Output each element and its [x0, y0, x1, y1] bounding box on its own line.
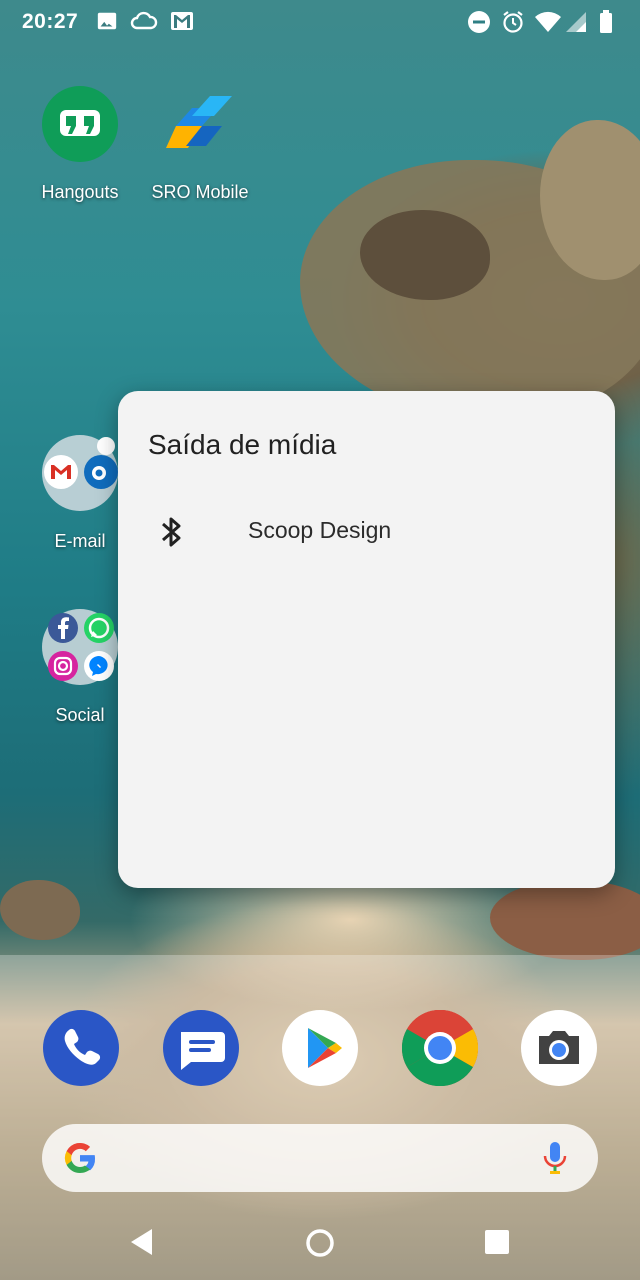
mic-icon[interactable]: [542, 1140, 568, 1181]
hangouts-icon: [42, 86, 118, 162]
dock-play-store[interactable]: [282, 1010, 358, 1086]
outlook-icon: [84, 455, 118, 489]
app-label: SRO Mobile: [151, 182, 249, 202]
do-not-disturb-icon: [467, 10, 491, 39]
notification-dot: [97, 437, 115, 455]
bluetooth-icon: [158, 514, 186, 555]
navigation-bar: [0, 1205, 640, 1280]
folder-icon: [42, 609, 118, 685]
battery-icon: [598, 10, 614, 39]
dialog-title: Saída de mídia: [148, 429, 337, 460]
dock-phone[interactable]: [43, 1010, 119, 1086]
alarm-icon: [501, 10, 525, 39]
back-icon[interactable]: [128, 1227, 156, 1262]
folder-icon: [42, 435, 118, 511]
cloud-icon: [130, 10, 158, 37]
google-g-icon: [60, 1138, 100, 1183]
wallpaper-rock: [490, 880, 640, 960]
phone-icon: [64, 1028, 101, 1065]
home-icon[interactable]: [304, 1227, 336, 1264]
device-name: Scoop Design: [248, 517, 392, 543]
device-row-scoop-design[interactable]: Scoop Design: [118, 501, 615, 565]
dock-chrome[interactable]: [401, 1009, 479, 1087]
gmail-icon: [170, 10, 194, 37]
dock-camera[interactable]: [521, 1010, 597, 1086]
wallpaper-rock: [0, 880, 80, 940]
media-output-dialog: Saída de mídia Scoop Design: [118, 391, 615, 888]
dock-messages[interactable]: [163, 1010, 239, 1086]
chrome-icon: [401, 1009, 479, 1087]
recents-icon[interactable]: [484, 1229, 510, 1260]
gmail-icon: [44, 455, 78, 489]
app-label: Hangouts: [41, 182, 119, 202]
instagram-icon: [48, 651, 78, 681]
cell-signal-icon: [565, 10, 587, 39]
app-sro-mobile[interactable]: SRO Mobile: [140, 86, 260, 203]
status-bar: 20:27: [0, 0, 640, 44]
camera-icon: [539, 1031, 579, 1064]
messenger-icon: [84, 651, 114, 681]
messages-icon: [181, 1032, 225, 1070]
facebook-icon: [48, 613, 78, 643]
app-hangouts[interactable]: Hangouts: [20, 86, 140, 203]
search-input[interactable]: [122, 1138, 506, 1180]
status-time: 20:27: [22, 10, 79, 33]
image-icon: [96, 10, 118, 37]
google-search-bar[interactable]: [42, 1124, 598, 1192]
whatsapp-icon: [84, 613, 114, 643]
sro-mobile-icon: [162, 86, 238, 162]
play-store-icon: [308, 1028, 342, 1068]
wifi-icon: [535, 10, 561, 39]
